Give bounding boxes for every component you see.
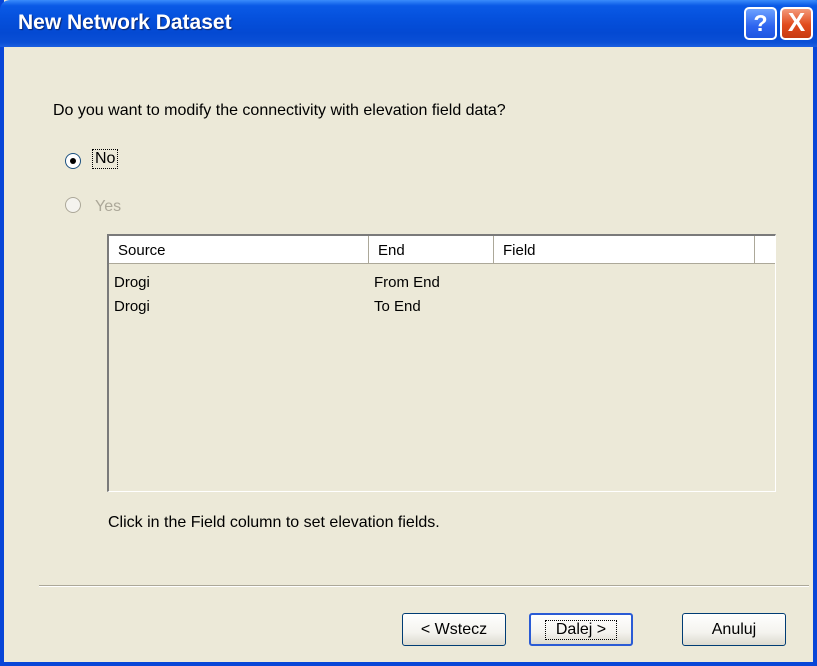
column-header-field[interactable]: Field bbox=[494, 236, 755, 264]
cell-end: To End bbox=[374, 298, 421, 315]
cancel-button[interactable]: Anuluj bbox=[682, 613, 786, 646]
next-button[interactable]: Dalej > bbox=[529, 613, 633, 646]
cell-source: Drogi bbox=[114, 274, 150, 291]
table-row[interactable]: Drogi To End bbox=[109, 298, 775, 320]
close-button[interactable]: X bbox=[780, 7, 813, 40]
cell-end: From End bbox=[374, 274, 440, 291]
help-button[interactable]: ? bbox=[744, 7, 777, 40]
column-header-end[interactable]: End bbox=[369, 236, 494, 264]
window-title: New Network Dataset bbox=[18, 11, 232, 34]
list-header: Source End Field bbox=[109, 236, 775, 264]
elevation-fields-list[interactable]: Source End Field Drogi From End Drogi To… bbox=[107, 234, 776, 492]
radio-no-label[interactable]: No bbox=[91, 149, 119, 169]
table-row[interactable]: Drogi From End bbox=[109, 274, 775, 296]
next-button-label: Dalej > bbox=[544, 620, 618, 640]
back-button[interactable]: < Wstecz bbox=[402, 613, 506, 646]
separator-highlight bbox=[39, 586, 809, 587]
radio-yes-label: Yes bbox=[95, 198, 122, 215]
hint-text: Click in the Field column to set elevati… bbox=[108, 514, 440, 531]
title-bar[interactable]: New Network Dataset ? X bbox=[0, 0, 817, 47]
radio-no[interactable] bbox=[65, 153, 81, 169]
dialog-window: New Network Dataset ? X Do you want to m… bbox=[0, 0, 817, 666]
radio-yes bbox=[65, 197, 81, 213]
question-text: Do you want to modify the connectivity w… bbox=[53, 102, 506, 119]
column-header-source[interactable]: Source bbox=[109, 236, 369, 264]
cell-source: Drogi bbox=[114, 298, 150, 315]
